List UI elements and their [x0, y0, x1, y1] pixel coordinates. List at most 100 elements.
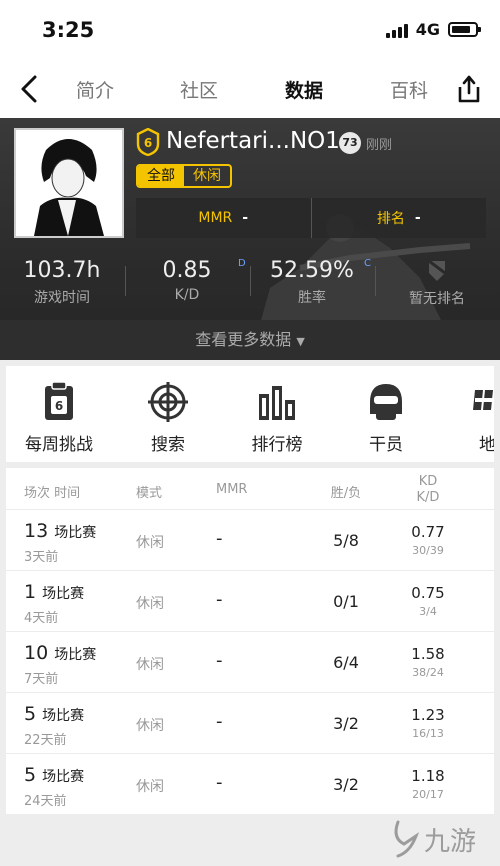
match-count: 5 场比赛 [24, 764, 84, 786]
level-badge: 73 [339, 132, 361, 154]
match-count: 1 场比赛 [24, 581, 84, 603]
match-mode: 休闲 [136, 657, 164, 673]
match-ago: 22天前 [24, 733, 67, 748]
signal-icon [385, 22, 408, 38]
tab-data[interactable]: 数据 [285, 76, 323, 103]
match-count: 10 场比赛 [24, 642, 96, 664]
tab-community[interactable]: 社区 [180, 76, 218, 103]
mode-casual-button[interactable]: 休闲 [184, 166, 230, 186]
match-win-loss: 6/4 [333, 653, 359, 672]
menu-search[interactable]: 搜索 [118, 366, 218, 462]
map-icon [473, 390, 493, 410]
stat-label: 暂无排名 [409, 291, 465, 307]
stat-label: K/D [174, 287, 200, 303]
match-count-suffix: 场比赛 [54, 647, 97, 663]
header-kd: KD [418, 474, 438, 489]
match-ago: 3天前 [24, 550, 59, 565]
menu-maps[interactable]: 地 [445, 366, 494, 462]
match-mmr: - [216, 711, 223, 732]
stat-rank: 暂无排名 [377, 258, 497, 308]
match-mmr: - [216, 650, 223, 671]
match-ago: 24天前 [24, 794, 67, 809]
match-count-number: 1 [24, 581, 37, 603]
mmr-cell: MMR - [136, 198, 311, 238]
share-icon[interactable] [456, 74, 482, 104]
match-win-loss: 0/1 [333, 592, 359, 611]
menu-operators[interactable]: 干员 [336, 366, 436, 462]
match-kd-detail: 20/17 [412, 788, 444, 801]
tab-intro[interactable]: 简介 [76, 76, 114, 103]
menu-label: 地 [479, 435, 494, 455]
clipboard-icon: 6 [45, 381, 73, 420]
profile-header: 6 Nefertari...NO1 73 刚刚 全部 休闲 MMR - 排名 -… [0, 118, 500, 360]
menu-label: 搜索 [151, 435, 185, 455]
match-kd: 1.58 [411, 645, 445, 663]
svg-text:6: 6 [144, 136, 152, 150]
more-data-button[interactable]: 查看更多数据 ▼ [0, 320, 500, 360]
stat-divider [375, 266, 376, 296]
match-mode: 休闲 [136, 718, 164, 734]
table-row[interactable]: 10 场比赛 7天前 休闲 - 6/4 1.58 38/24 [6, 631, 494, 692]
menu-leaderboard[interactable]: 排行榜 [227, 366, 327, 462]
crosshair-icon [148, 382, 188, 422]
stat-winrate: 52.59% 胜率 [252, 258, 372, 307]
stat-label: 胜率 [298, 290, 326, 306]
network-type: 4G [415, 20, 440, 39]
header-mode: 模式 [136, 486, 163, 501]
match-ago: 7天前 [24, 672, 59, 687]
player-avatar[interactable] [14, 128, 124, 238]
back-arrow-icon[interactable] [18, 74, 42, 104]
mmr-value: - [242, 210, 249, 226]
stat-playtime: 103.7h 游戏时间 [2, 258, 122, 307]
header-mmr: MMR [216, 482, 248, 497]
winrate-grade-tag: C [364, 258, 371, 269]
match-kd-detail: 16/13 [412, 727, 444, 740]
match-kd: 1.23 [411, 706, 445, 724]
menu-label: 干员 [369, 435, 403, 455]
stat-value: 52.59% [270, 258, 354, 283]
header-kd-detail: K/D [416, 490, 440, 505]
updated-time: 刚刚 [366, 138, 393, 153]
top-nav: 简介 社区 数据 百科 [0, 62, 500, 118]
operator-helmet-icon [370, 384, 402, 420]
match-count-number: 13 [24, 520, 49, 542]
stat-label: 游戏时间 [34, 290, 90, 306]
match-count-number: 10 [24, 642, 49, 664]
match-count-suffix: 场比赛 [54, 525, 97, 541]
rank-value: - [414, 210, 421, 226]
menu-label: 每周挑战 [25, 435, 93, 455]
match-kd: 0.75 [411, 584, 445, 602]
menu-weekly-challenge[interactable]: 6 每周挑战 [9, 366, 109, 462]
table-row[interactable]: 1 场比赛 4天前 休闲 - 0/1 0.75 3/4 [6, 570, 494, 631]
match-mmr: - [216, 528, 223, 549]
match-count-number: 5 [24, 764, 37, 786]
mode-all-button[interactable]: 全部 [138, 166, 184, 186]
tab-wiki[interactable]: 百科 [390, 76, 428, 103]
match-mode: 休闲 [136, 535, 164, 551]
match-mode: 休闲 [136, 779, 164, 795]
match-count-suffix: 场比赛 [42, 708, 85, 724]
match-mmr: - [216, 589, 223, 610]
header-session-time: 场次 时间 [24, 486, 81, 501]
match-count: 13 场比赛 [24, 520, 96, 542]
menu-label: 排行榜 [251, 435, 303, 455]
match-mmr: - [216, 772, 223, 793]
match-win-loss: 3/2 [333, 714, 359, 733]
table-row[interactable]: 5 场比赛 24天前 休闲 - 3/2 1.18 20/17 [6, 753, 494, 814]
match-kd-detail: 38/24 [412, 666, 444, 679]
rank-label: 排名 [376, 211, 405, 227]
table-row[interactable]: 13 场比赛 3天前 休闲 - 5/8 0.77 30/39 [6, 509, 494, 570]
mode-toggle: 全部 休闲 [136, 164, 232, 188]
more-data-label: 查看更多数据 [195, 330, 292, 349]
match-kd: 1.18 [411, 767, 445, 785]
match-kd-detail: 30/39 [412, 544, 444, 557]
rank-shield-icon [428, 260, 446, 281]
avatar-image [16, 130, 122, 236]
stat-divider [250, 266, 251, 296]
status-time: 3:25 [42, 18, 95, 42]
table-row[interactable]: 5 场比赛 22天前 休闲 - 3/2 1.23 16/13 [6, 692, 494, 753]
match-win-loss: 5/8 [333, 531, 359, 550]
match-win-loss: 3/2 [333, 775, 359, 794]
match-count-number: 5 [24, 703, 37, 725]
match-kd: 0.77 [411, 523, 445, 541]
